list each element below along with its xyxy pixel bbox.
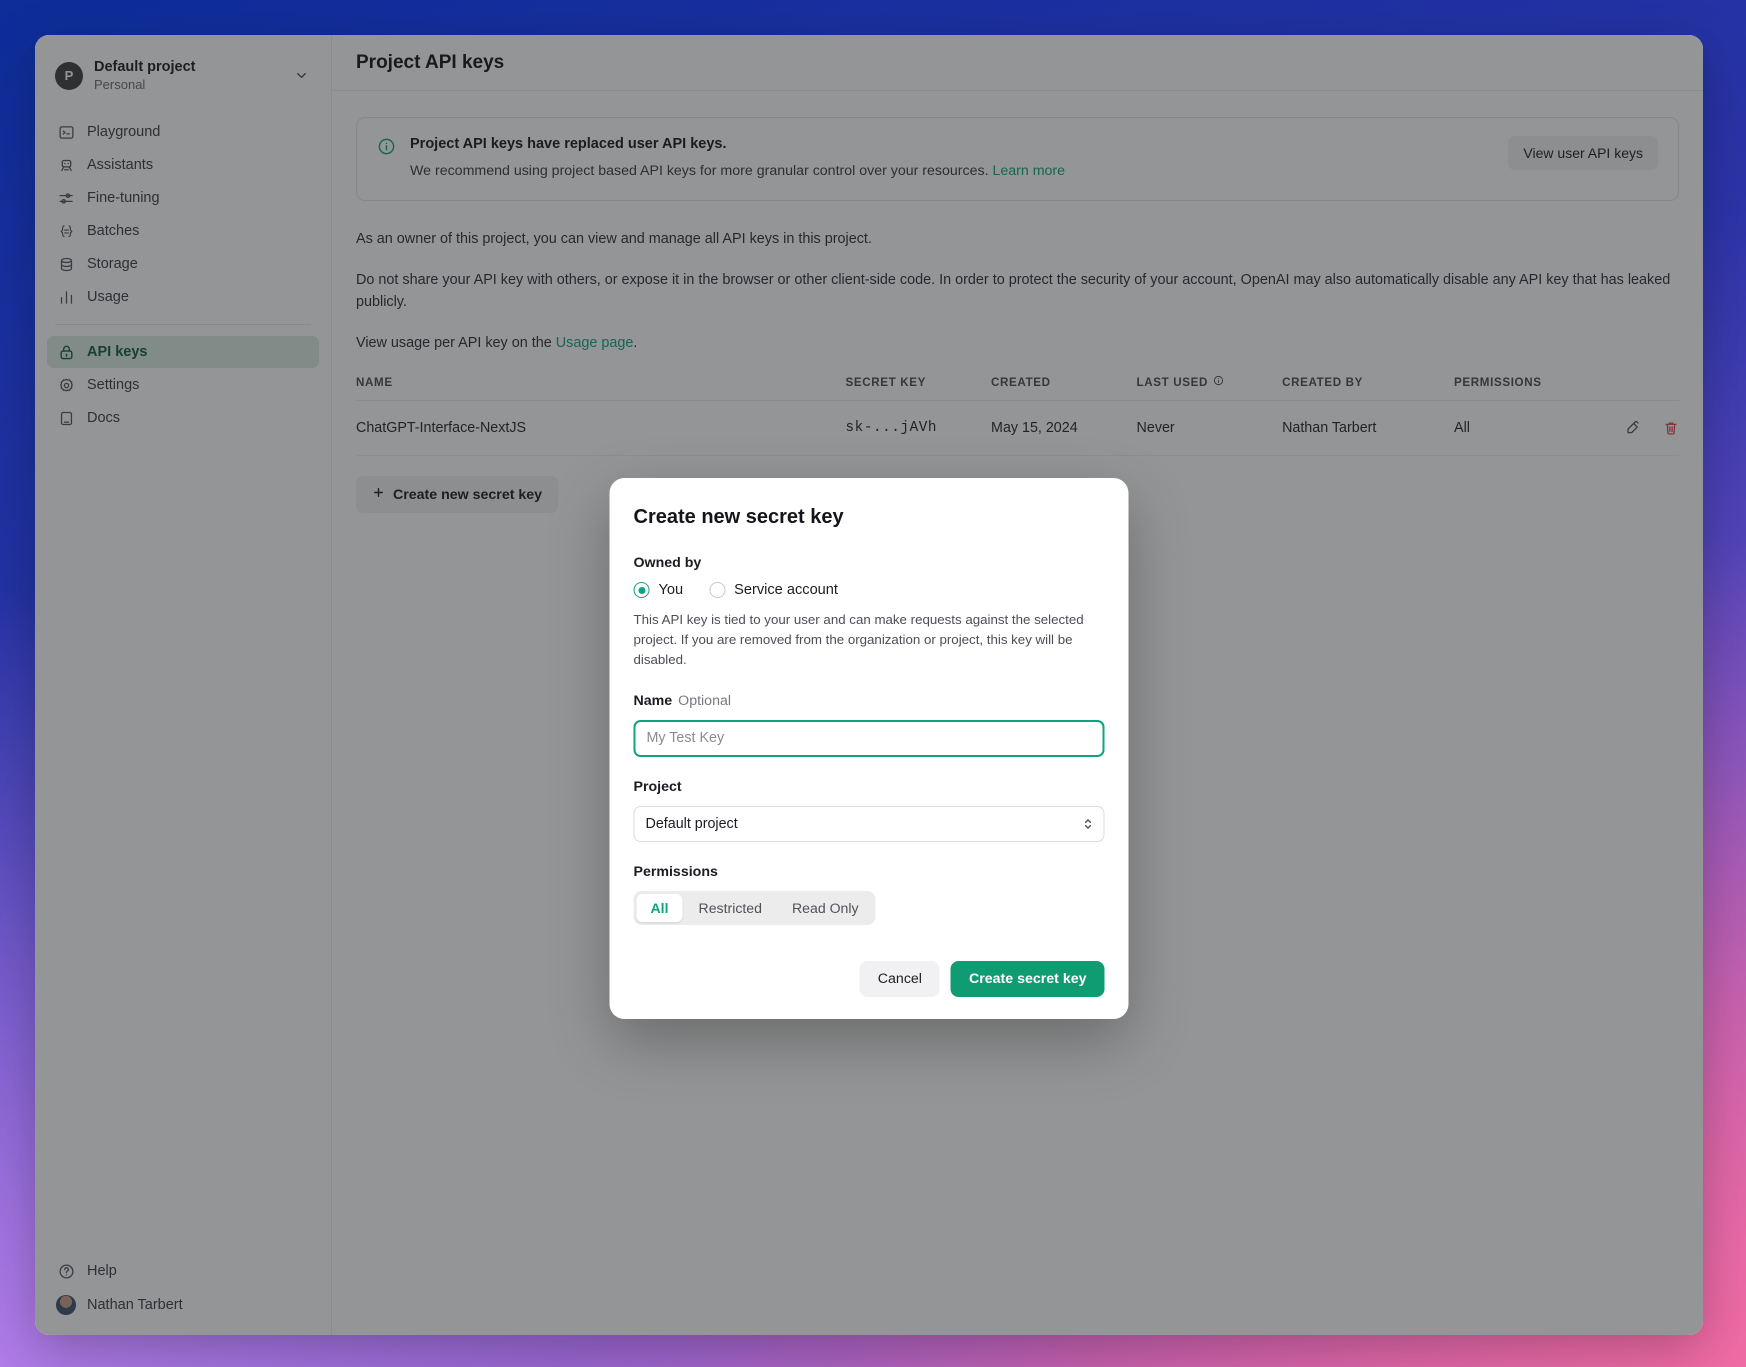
project-select[interactable]: Default project [633,805,1105,842]
permissions-segmented-control: All Restricted Read Only [633,890,876,925]
name-optional-text: Optional [678,692,731,709]
cancel-button[interactable]: Cancel [859,960,940,997]
owned-by-label: Owned by [633,555,702,571]
app-window: P Default project Personal Playground As… [35,35,1703,1335]
radio-you-label: You [658,582,684,598]
owned-by-radio-group: You Service account [633,582,1105,598]
radio-option-you[interactable]: You [633,582,684,598]
project-field-label: Project [633,778,682,795]
radio-option-service-account[interactable]: Service account [709,582,838,598]
radio-service-account-label: Service account [734,582,838,598]
key-name-input[interactable] [633,719,1105,757]
create-secret-key-modal: Create new secret key Owned by You Servi… [609,478,1129,1019]
modal-title: Create new secret key [633,506,844,528]
radio-you-indicator [633,582,650,598]
name-field-block: Name Optional [633,693,1105,757]
permissions-option-all[interactable]: All [636,893,683,922]
project-field-block: Project Default project [633,778,1105,842]
name-label-text: Name [633,692,673,709]
permissions-field-label: Permissions [633,863,718,880]
radio-service-account-indicator [709,582,726,598]
name-field-label: Name Optional [634,693,1105,709]
owned-by-helper-text: This API key is tied to your user and ca… [633,612,1084,668]
create-secret-key-submit-button[interactable]: Create secret key [950,960,1105,997]
modal-actions: Cancel Create secret key [634,960,1105,997]
permissions-option-read-only[interactable]: Read Only [778,894,873,922]
permissions-option-restricted[interactable]: Restricted [685,894,776,922]
permissions-field-block: Permissions All Restricted Read Only [633,863,1105,925]
